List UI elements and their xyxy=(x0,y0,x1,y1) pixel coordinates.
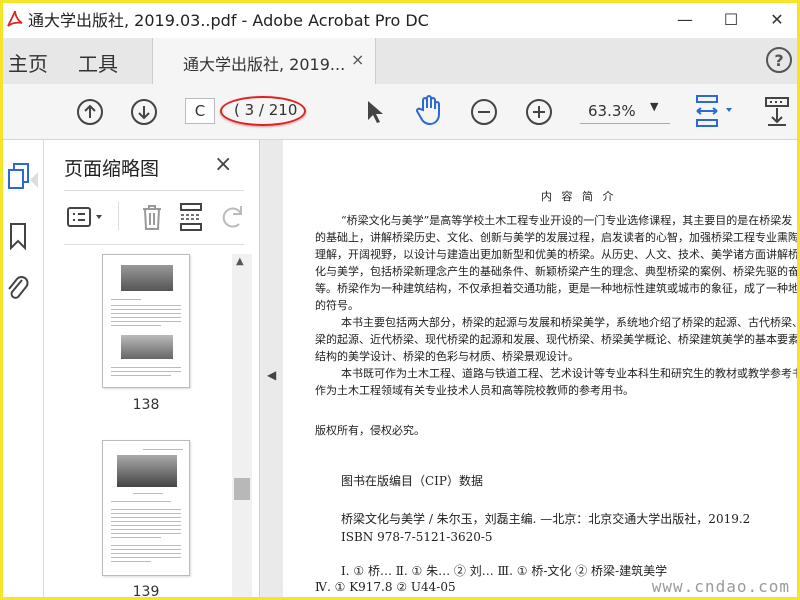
maximize-icon[interactable]: ☐ xyxy=(708,0,754,38)
cip-line: ISBN 978-7-5121-3620-5 xyxy=(341,530,493,544)
tab-document[interactable]: 通大学出版社, 2019... × xyxy=(152,38,376,84)
close-tab-icon[interactable]: × xyxy=(351,50,364,69)
zoom-select[interactable]: 63.3% ▼ xyxy=(580,98,670,124)
fit-page-icon[interactable] xyxy=(694,94,740,132)
active-indicator xyxy=(30,172,38,188)
divider xyxy=(118,202,119,230)
highlight-oval-annotation xyxy=(220,96,306,126)
options-menu-icon[interactable] xyxy=(66,206,108,232)
thumbnail-bridge-image xyxy=(117,455,177,487)
toolbar: C ( 3 / 210 63.3% ▼ xyxy=(0,84,800,140)
attachments-icon[interactable] xyxy=(4,274,32,308)
cip-line: 桥梁文化与美学 / 朱尔玉，刘磊主编. —北京：北京交通大学出版社，2019.2 xyxy=(341,512,751,526)
zoom-value: 63.3% xyxy=(588,102,636,120)
zoom-out-icon[interactable] xyxy=(470,98,498,130)
hand-tool-icon[interactable] xyxy=(414,94,444,130)
panel-title: 页面缩略图 xyxy=(64,158,160,180)
paragraph-line: 理解，开阔视野，以设计与建造出更加新型和优美的桥梁。从历史、人文、技术、美学诸方… xyxy=(315,248,799,261)
paragraph-line: 梁的起源、近代桥梁、现代桥梁的起源和发展、现代桥梁、桥梁美学概论、桥梁建筑美学的… xyxy=(315,333,800,346)
window-title: 通大学出版社, 2019.03..pdf - Adobe Acrobat Pro… xyxy=(28,11,429,30)
previous-page-icon[interactable] xyxy=(76,98,104,130)
close-panel-icon[interactable]: × xyxy=(214,152,232,177)
thumbnail-page-139[interactable] xyxy=(102,440,190,576)
scroll-thumb[interactable] xyxy=(234,478,250,500)
close-icon[interactable]: ✕ xyxy=(754,0,800,38)
scroll-up-icon[interactable]: ▲ xyxy=(236,256,244,267)
paragraph-line: 的基础上，讲解桥梁历史、文化、创新与美学的发展过程，启发读者的心智，加强桥梁工程… xyxy=(315,231,800,244)
paragraph-line: 的符号。 xyxy=(315,299,359,312)
paragraph-line: 本书主要包括两大部分，桥梁的起源与发展和桥梁美学，系统地介绍了桥梁的起源、古代桥… xyxy=(341,316,800,329)
copyright-notice: 版权所有，侵权必究。 xyxy=(315,424,425,437)
panel-collapse-handle[interactable]: ◀ xyxy=(261,140,283,600)
thumbnail-page-label: 139 xyxy=(132,584,160,600)
cip-title: 图书在版编目（CIP）数据 xyxy=(341,474,483,488)
thumbnail-page-138[interactable] xyxy=(102,254,190,388)
thumbnail-bridge-image xyxy=(121,335,173,359)
chevron-left-icon: ◀ xyxy=(267,368,277,382)
thumbnail-page-label: 138 xyxy=(132,397,160,413)
title-bar: 通大学出版社, 2019.03..pdf - Adobe Acrobat Pro… xyxy=(0,0,800,38)
next-page-icon[interactable] xyxy=(130,98,158,130)
tab-bar: 主页 工具 xyxy=(0,38,800,84)
thumbnails-panel: 页面缩略图 × ▲ 138 139 xyxy=(44,140,260,600)
select-cursor-icon[interactable] xyxy=(364,98,386,130)
chevron-down-icon: ▼ xyxy=(650,100,659,113)
document-view[interactable]: 内 容 简 介 “桥梁文化与美学”是高等学校土木工程专业开设的一门专业选修课程，… xyxy=(283,140,800,600)
thumbnails-scrollbar[interactable]: ▲ xyxy=(232,254,252,600)
watermark: www.cndao.com xyxy=(651,577,790,596)
cip-line: Ⅳ. ① K917.8 ② U44-05 xyxy=(315,580,456,594)
paragraph-line: 结构的美学设计、桥梁的色彩与材质、桥梁景观设计。 xyxy=(315,350,579,363)
divider xyxy=(64,244,244,245)
paragraph-line: 等。桥梁作为一种建筑结构，不仅承担着交通功能，更是一种地标性建筑或城市的象征，成… xyxy=(315,282,799,295)
window-controls: — ☐ ✕ xyxy=(662,0,800,38)
pdf-page: 内 容 简 介 “桥梁文化与美学”是高等学校土木工程专业开设的一门专业选修课程，… xyxy=(283,140,800,600)
thumbnail-bridge-image xyxy=(121,265,173,291)
paragraph-line: 化与美学，包括桥梁新理念产生的基础条件、新颖桥梁产生的理念、典型桥梁的案例、桥梁… xyxy=(315,265,799,278)
paragraph-line: “桥梁文化与美学”是高等学校土木工程专业开设的一门专业选修课程，其主要目的是在桥… xyxy=(341,214,793,227)
paragraph-line: 本书既可作为土木工程、道路与铁道工程、艺术设计等专业本科生和研究生的教材或教学参… xyxy=(341,367,800,380)
minimize-icon[interactable]: — xyxy=(662,0,708,38)
document-tab-label: 通大学出版社, 2019... xyxy=(183,55,346,74)
paragraph-line: 作为土木工程领域有关专业技术人员和高等院校教师的参考用书。 xyxy=(315,384,634,397)
zoom-in-icon[interactable] xyxy=(525,98,553,130)
acrobat-icon xyxy=(4,8,26,30)
navigation-rail xyxy=(0,140,44,600)
scroll-mode-icon[interactable] xyxy=(764,96,794,132)
trash-icon[interactable] xyxy=(140,202,164,236)
bookmarks-icon[interactable] xyxy=(8,222,28,254)
rotate-icon[interactable] xyxy=(220,202,246,236)
insert-pages-icon[interactable] xyxy=(178,202,206,236)
tab-home[interactable]: 主页 xyxy=(8,48,48,77)
page-heading: 内 容 简 介 xyxy=(541,190,617,203)
cip-line: Ⅰ. ① 桥… Ⅱ. ① 朱… ② 刘… Ⅲ. ① 桥-文化 ② 桥梁-建筑美学 xyxy=(341,564,668,578)
tab-tools[interactable]: 工具 xyxy=(78,48,118,77)
help-icon[interactable]: ? xyxy=(766,47,792,73)
page-number-input[interactable]: C xyxy=(185,98,215,124)
divider xyxy=(64,190,244,191)
page-thumbnails-icon[interactable] xyxy=(6,162,32,196)
